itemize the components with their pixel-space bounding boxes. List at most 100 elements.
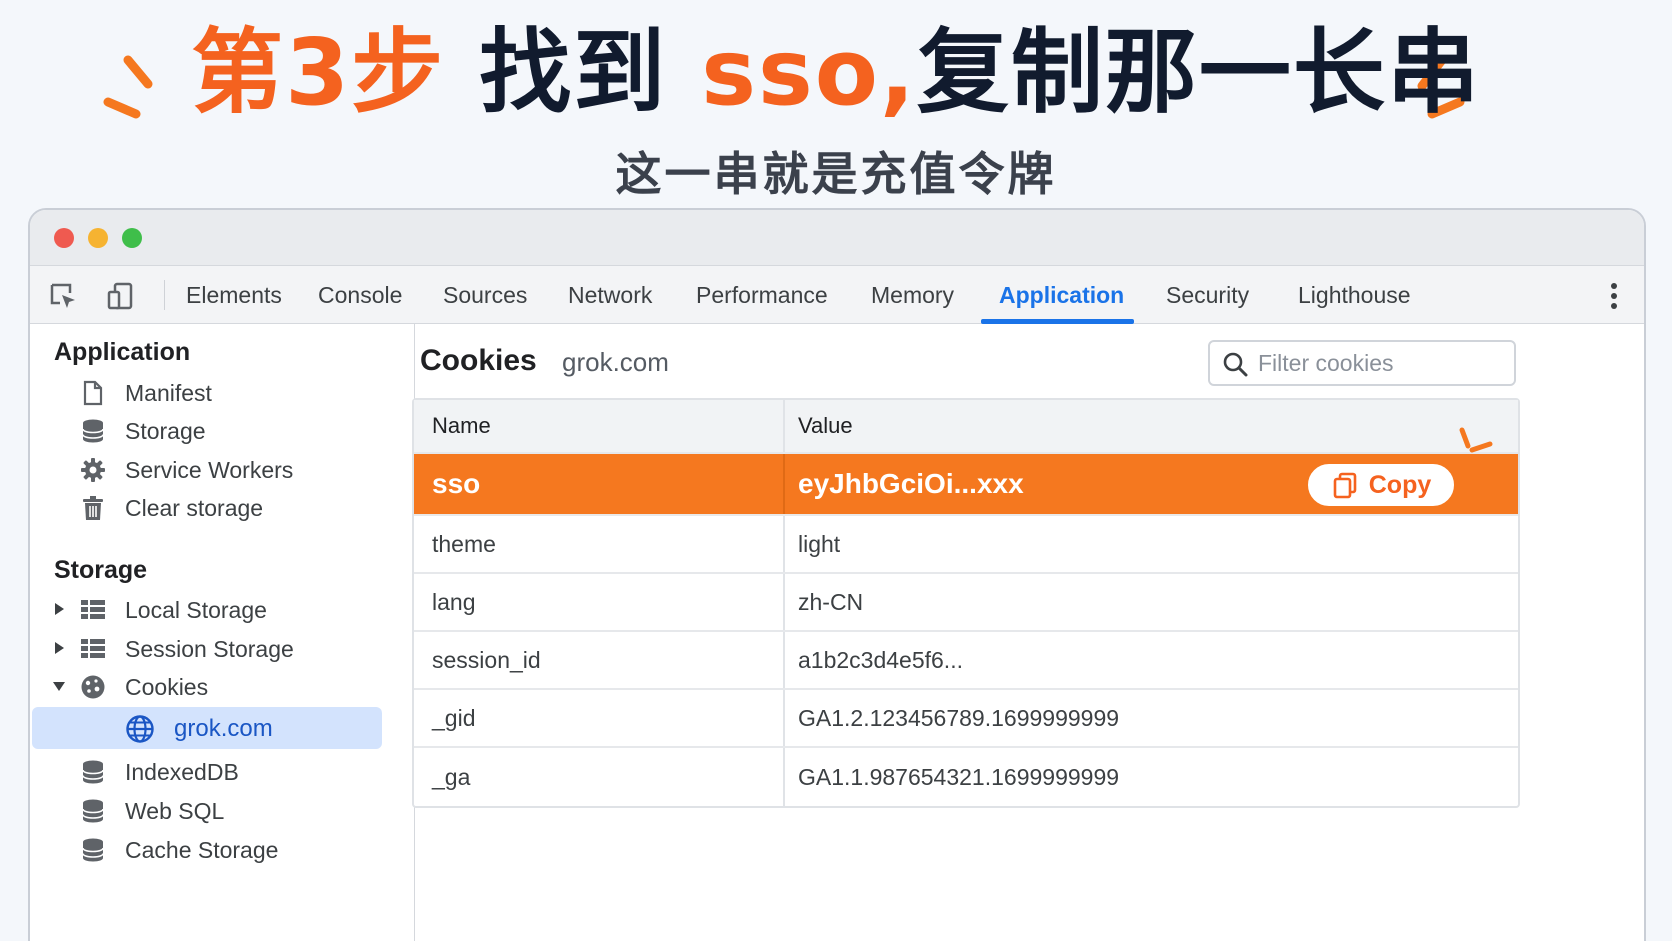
sidebar-item-clear-storage[interactable]: Clear storage: [30, 488, 415, 528]
minimize-window-button[interactable]: [88, 228, 108, 248]
database-icon: [82, 419, 104, 443]
cookie-name-cell[interactable]: sso: [432, 454, 772, 514]
sidebar-item-label: Session Storage: [125, 636, 294, 662]
sidebar-heading-application: Application: [54, 338, 191, 366]
sidebar-item-storage[interactable]: Storage: [30, 411, 415, 451]
headline-find: 找到: [479, 19, 668, 126]
copy-sparkle-icon: [1459, 427, 1493, 460]
column-divider[interactable]: [783, 400, 785, 452]
sidebar-heading-storage: Storage: [54, 556, 148, 584]
gear-icon: [81, 458, 105, 482]
cookie-name-cell[interactable]: session_id: [432, 632, 772, 688]
copy-button-label: Copy: [1368, 470, 1432, 499]
cookie-value-cell[interactable]: GA1.2.123456789.1699999999: [798, 690, 1518, 746]
filter-cookies-input[interactable]: [1258, 348, 1508, 378]
cookie-name-cell[interactable]: theme: [432, 516, 772, 572]
sidebar-item-cookies[interactable]: Cookies: [30, 667, 415, 707]
cookie-value-cell[interactable]: zh-CN: [798, 574, 1518, 630]
headline-step: 第3步: [191, 19, 446, 126]
panel-domain: grok.com: [562, 347, 669, 377]
sidebar-item-local-storage[interactable]: Local Storage: [30, 590, 415, 630]
cookies-table: Name Value sso eyJhbGciOi...xxx Copy the…: [412, 398, 1520, 808]
panel-title: Cookies: [420, 344, 537, 377]
sidebar-item-label: Clear storage: [125, 495, 264, 521]
globe-icon: [126, 715, 154, 743]
sidebar-item-manifest[interactable]: Manifest: [30, 373, 415, 413]
headline-rest: 复制那一长串: [916, 19, 1481, 126]
tab-application[interactable]: Application: [999, 266, 1124, 324]
collapse-arrow-icon[interactable]: [52, 679, 66, 693]
sidebar-item-label: Cache Storage: [125, 837, 279, 863]
toolbar-divider: [164, 280, 165, 310]
database-icon: [82, 799, 104, 823]
sidebar-item-label: grok.com: [174, 715, 273, 742]
table-header-row: Name Value: [414, 400, 1518, 454]
table-row-sso[interactable]: sso eyJhbGciOi...xxx Copy: [414, 427, 1518, 516]
inspect-element-icon[interactable]: [48, 281, 78, 311]
more-options-icon[interactable]: [1610, 282, 1618, 310]
cookie-value-cell[interactable]: a1b2c3d4e5f6...: [798, 632, 1518, 688]
tab-memory[interactable]: Memory: [871, 266, 954, 324]
tab-elements[interactable]: Elements: [186, 266, 282, 324]
devtools-window: Elements Console Sources Network Perform…: [28, 208, 1646, 941]
window-titlebar: [30, 210, 1644, 266]
tab-sources[interactable]: Sources: [443, 266, 527, 324]
tab-performance[interactable]: Performance: [696, 266, 828, 324]
column-header-name[interactable]: Name: [432, 400, 772, 452]
sidebar-item-label: Web SQL: [125, 798, 225, 824]
copy-button[interactable]: Copy: [1306, 462, 1456, 508]
table-row[interactable]: _gid GA1.2.123456789.1699999999: [414, 690, 1518, 748]
sidebar-item-grok-com[interactable]: grok.com: [32, 707, 382, 749]
sidebar-item-session-storage[interactable]: Session Storage: [30, 629, 415, 669]
headline: 第3步 找到 sso,复制那一长串: [0, 18, 1672, 128]
tab-network[interactable]: Network: [568, 266, 652, 324]
table-row[interactable]: lang zh-CN: [414, 574, 1518, 632]
sidebar-item-label: IndexedDB: [125, 759, 239, 785]
table-row[interactable]: session_id a1b2c3d4e5f6...: [414, 632, 1518, 690]
headline-keyword: sso,: [701, 19, 917, 126]
sidebar-item-indexeddb[interactable]: IndexedDB: [30, 752, 415, 792]
cookie-value-cell[interactable]: GA1.1.987654321.1699999999: [798, 748, 1518, 806]
expand-arrow-icon[interactable]: [52, 602, 66, 616]
expand-arrow-icon[interactable]: [52, 641, 66, 655]
column-divider: [783, 454, 785, 514]
sidebar-item-web-sql[interactable]: Web SQL: [30, 791, 415, 831]
devtools-tabbar: Elements Console Sources Network Perform…: [30, 266, 1644, 324]
column-divider: [783, 574, 785, 630]
column-divider: [783, 690, 785, 746]
cookies-panel: Cookies grok.com Name Value sso eyJhbGci…: [412, 324, 1644, 941]
maximize-window-button[interactable]: [122, 228, 142, 248]
column-divider: [783, 516, 785, 572]
sidebar-item-label: Cookies: [125, 674, 209, 700]
filter-cookies-field[interactable]: [1208, 340, 1516, 386]
table-row[interactable]: _ga GA1.1.987654321.1699999999: [414, 748, 1518, 806]
tab-security[interactable]: Security: [1166, 266, 1249, 324]
sidebar-item-label: Service Workers: [125, 457, 294, 483]
cookie-name-cell[interactable]: _gid: [432, 690, 772, 746]
sidebar-item-cache-storage[interactable]: Cache Storage: [30, 830, 415, 870]
trash-icon: [83, 496, 103, 520]
document-icon: [83, 380, 103, 406]
device-toolbar-icon[interactable]: [106, 281, 136, 311]
tab-console[interactable]: Console: [318, 266, 402, 324]
sidebar-item-label: Storage: [125, 418, 206, 444]
column-divider: [783, 748, 785, 806]
cookie-name-cell[interactable]: _ga: [432, 748, 772, 806]
copy-icon: [1333, 472, 1357, 499]
sidebar-item-label: Manifest: [125, 380, 212, 406]
search-icon: [1223, 352, 1248, 377]
grid-icon: [81, 639, 105, 658]
tab-lighthouse[interactable]: Lighthouse: [1298, 266, 1411, 324]
table-row[interactable]: theme light: [414, 516, 1518, 574]
sidebar-item-label: Local Storage: [125, 597, 267, 623]
cookie-name-cell[interactable]: lang: [432, 574, 772, 630]
sidebar-item-service-workers[interactable]: Service Workers: [30, 450, 415, 490]
close-window-button[interactable]: [54, 228, 74, 248]
column-header-value[interactable]: Value: [798, 400, 1518, 452]
application-sidebar: Application Manifest Storage Service Wor…: [30, 324, 415, 941]
column-divider: [783, 632, 785, 688]
database-icon: [82, 838, 104, 862]
cookie-icon: [81, 675, 105, 699]
cookie-value-cell[interactable]: light: [798, 516, 1518, 572]
database-icon: [82, 760, 104, 784]
